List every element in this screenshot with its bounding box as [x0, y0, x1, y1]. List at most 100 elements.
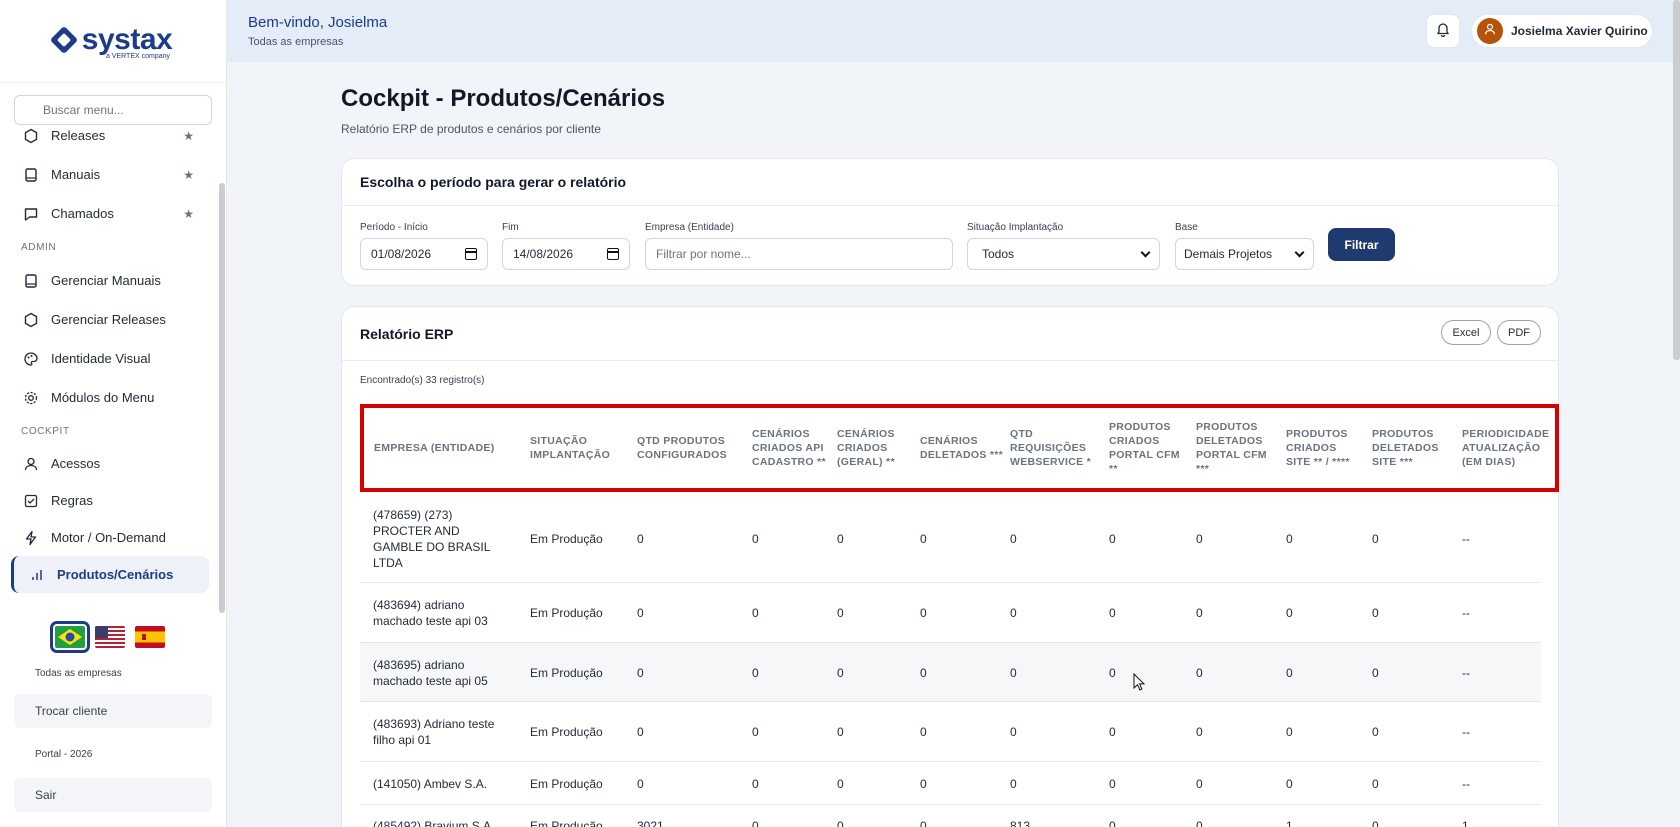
table-row[interactable]: (478659) (273) PROCTER AND GAMBLE DO BRA…	[360, 495, 1541, 583]
mouse-cursor-icon	[1133, 673, 1146, 691]
cell-cenarios-geral: 0	[837, 532, 844, 546]
flag-brazil-icon[interactable]	[50, 621, 90, 653]
topbar: Bem-vindo, Josielma Todas as empresas Jo…	[227, 0, 1680, 62]
hexagon-icon	[23, 312, 39, 328]
palette-icon	[23, 351, 39, 367]
start-date-input[interactable]: 01/08/2026	[360, 238, 488, 270]
cell-situacao: Em Produção	[530, 776, 603, 791]
table-row[interactable]: (483693) Adriano teste filho api 01 Em P…	[360, 702, 1541, 762]
cell-produtos-portal: 0	[1109, 606, 1116, 620]
sidebar-item-acessos[interactable]: Acessos	[0, 445, 220, 482]
cell-cenarios-api: 0	[752, 819, 759, 827]
cell-requisicoes: 813	[1010, 819, 1031, 827]
company-filter-placeholder: Filtrar por nome...	[656, 247, 751, 261]
report-card-title: Relatório ERP	[342, 307, 1558, 361]
filter-button[interactable]: Filtrar	[1328, 228, 1395, 261]
column-header-qtd-produtos[interactable]: QTD PRODUTOS CONFIGURADOS	[637, 408, 745, 488]
company-filter-input[interactable]: Filtrar por nome...	[645, 238, 953, 270]
cell-cenarios-deletados: 0	[920, 776, 927, 791]
cell-deletados-site: 0	[1372, 532, 1379, 546]
base-select[interactable]: Demais Projetos	[1175, 238, 1314, 270]
calendar-icon[interactable]	[465, 248, 477, 260]
cell-empresa: (141050) Ambev S.A.	[373, 776, 488, 791]
sidebar-item-modulos-menu[interactable]: Módulos do Menu	[0, 378, 220, 417]
sidebar-item-gerenciar-manuais[interactable]: Gerenciar Manuais	[0, 261, 220, 300]
section-admin: ADMIN	[21, 241, 57, 253]
bar-chart-icon	[29, 567, 45, 583]
sidebar-item-label: Produtos/Cenários	[57, 567, 174, 582]
cell-situacao: Em Produção	[530, 665, 603, 680]
column-header-criados-site[interactable]: PRODUTOS CRIADOS SITE ** / ****	[1286, 408, 1362, 488]
table-row[interactable]: (485492) Bravium S.A. Em Produção 3021 0…	[360, 805, 1541, 827]
cell-cenarios-deletados: 0	[920, 665, 927, 680]
cell-requisicoes: 0	[1010, 532, 1017, 546]
cell-qtd-produtos: 0	[637, 725, 644, 739]
star-icon[interactable]: ★	[183, 129, 194, 143]
cell-qtd-produtos: 3021	[637, 819, 664, 827]
sidebar-item-gerenciar-releases[interactable]: Gerenciar Releases	[0, 300, 220, 339]
cell-deletados-site: 0	[1372, 665, 1379, 680]
column-header-empresa[interactable]: EMPRESA (ENTIDADE)	[374, 408, 524, 488]
book-icon	[23, 273, 39, 289]
column-header-deletados-site[interactable]: PRODUTOS DELETADOS SITE ***	[1372, 408, 1454, 488]
sidebar-item-regras[interactable]: Regras	[0, 482, 220, 519]
notifications-button[interactable]	[1426, 14, 1460, 48]
user-icon	[1483, 22, 1497, 41]
sidebar-item-motor-on-demand[interactable]: Motor / On-Demand	[0, 519, 220, 556]
export-excel-button[interactable]: Excel	[1441, 320, 1491, 345]
end-date-input[interactable]: 14/08/2026	[502, 238, 630, 270]
cell-periodicidade: --	[1462, 532, 1470, 546]
status-select[interactable]: Todos	[967, 238, 1160, 270]
status-select-value: Todos	[982, 247, 1015, 261]
sidebar-scrollbar[interactable]	[219, 183, 225, 613]
logo-subtitle: a VERTEX company	[105, 52, 171, 60]
column-header-cenarios-deletados[interactable]: CENÁRIOS DELETADOS ***	[920, 408, 1005, 488]
cell-cenarios-geral: 0	[837, 665, 844, 680]
avatar	[1477, 18, 1503, 44]
logout-button[interactable]: Sair	[14, 778, 212, 812]
sidebar-item-releases[interactable]: Releases ★	[0, 116, 220, 155]
table-header: EMPRESA (ENTIDADE) SITUAÇÃO IMPLANTAÇÃO …	[360, 404, 1559, 492]
page-scrollbar[interactable]	[1673, 0, 1680, 360]
table-row[interactable]: (141050) Ambev S.A. Em Produção 0 0 0 0 …	[360, 762, 1541, 805]
export-pdf-button[interactable]: PDF	[1497, 320, 1541, 345]
start-date-label: Período - Início	[360, 222, 428, 233]
column-header-cenarios-api[interactable]: CENÁRIOS CRIADOS API CADASTRO **	[752, 408, 830, 488]
sidebar-item-produtos-cenarios[interactable]: Produtos/Cenários	[11, 556, 209, 593]
user-menu-button[interactable]: Josielma Xavier Quirino	[1471, 14, 1653, 48]
cell-qtd-produtos: 0	[637, 665, 644, 680]
sidebar-item-label: Acessos	[51, 456, 101, 471]
cell-deletados-site: 0	[1372, 819, 1379, 827]
sidebar-menu: Releases ★ Manuais ★ Chamados ★ ADMIN Ge…	[0, 116, 220, 593]
sidebar-item-manuais[interactable]: Manuais ★	[0, 155, 220, 194]
cell-cenarios-api: 0	[752, 776, 759, 791]
table-row[interactable]: (483695) adriano machado teste api 05 Em…	[360, 643, 1541, 702]
sidebar-item-label: Motor / On-Demand	[51, 530, 166, 545]
calendar-icon[interactable]	[607, 248, 619, 260]
checkbox-icon	[23, 493, 39, 509]
cell-requisicoes: 0	[1010, 606, 1017, 620]
cell-criados-site: 0	[1286, 776, 1293, 791]
column-header-requisicoes[interactable]: QTD REQUISIÇÕES WEBSERVICE *	[1010, 408, 1100, 488]
systax-logo[interactable]: systax a VERTEX company	[0, 0, 226, 83]
section-cockpit: COCKPIT	[21, 425, 70, 437]
column-header-situacao[interactable]: SITUAÇÃO IMPLANTAÇÃO	[530, 408, 625, 488]
cell-cenarios-geral: 0	[837, 606, 844, 620]
switch-client-button[interactable]: Trocar cliente	[14, 694, 212, 728]
table-row[interactable]: (483694) adriano machado teste api 03 Em…	[360, 583, 1541, 643]
cell-cenarios-api: 0	[752, 665, 759, 680]
cell-cenarios-geral: 0	[837, 725, 844, 739]
star-icon[interactable]: ★	[183, 168, 194, 182]
cell-empresa: (478659) (273) PROCTER AND GAMBLE DO BRA…	[373, 508, 490, 570]
flag-usa-icon[interactable]	[95, 626, 125, 648]
column-header-produtos-portal[interactable]: PRODUTOS CRIADOS PORTAL CFM **	[1109, 408, 1189, 488]
sidebar-item-identidade-visual[interactable]: Identidade Visual	[0, 339, 220, 378]
column-header-deletados-portal[interactable]: PRODUTOS DELETADOS PORTAL CFM ***	[1196, 408, 1278, 488]
column-header-periodicidade[interactable]: PERIODICIDADE ATUALIZAÇÃO (EM DIAS)	[1462, 408, 1553, 488]
base-filter-label: Base	[1175, 222, 1198, 233]
column-header-cenarios-geral[interactable]: CENÁRIOS CRIADOS (GERAL) **	[837, 408, 912, 488]
cell-criados-site: 0	[1286, 606, 1293, 620]
star-icon[interactable]: ★	[183, 207, 194, 221]
flag-spain-icon[interactable]	[135, 626, 165, 648]
sidebar-item-chamados[interactable]: Chamados ★	[0, 194, 220, 233]
